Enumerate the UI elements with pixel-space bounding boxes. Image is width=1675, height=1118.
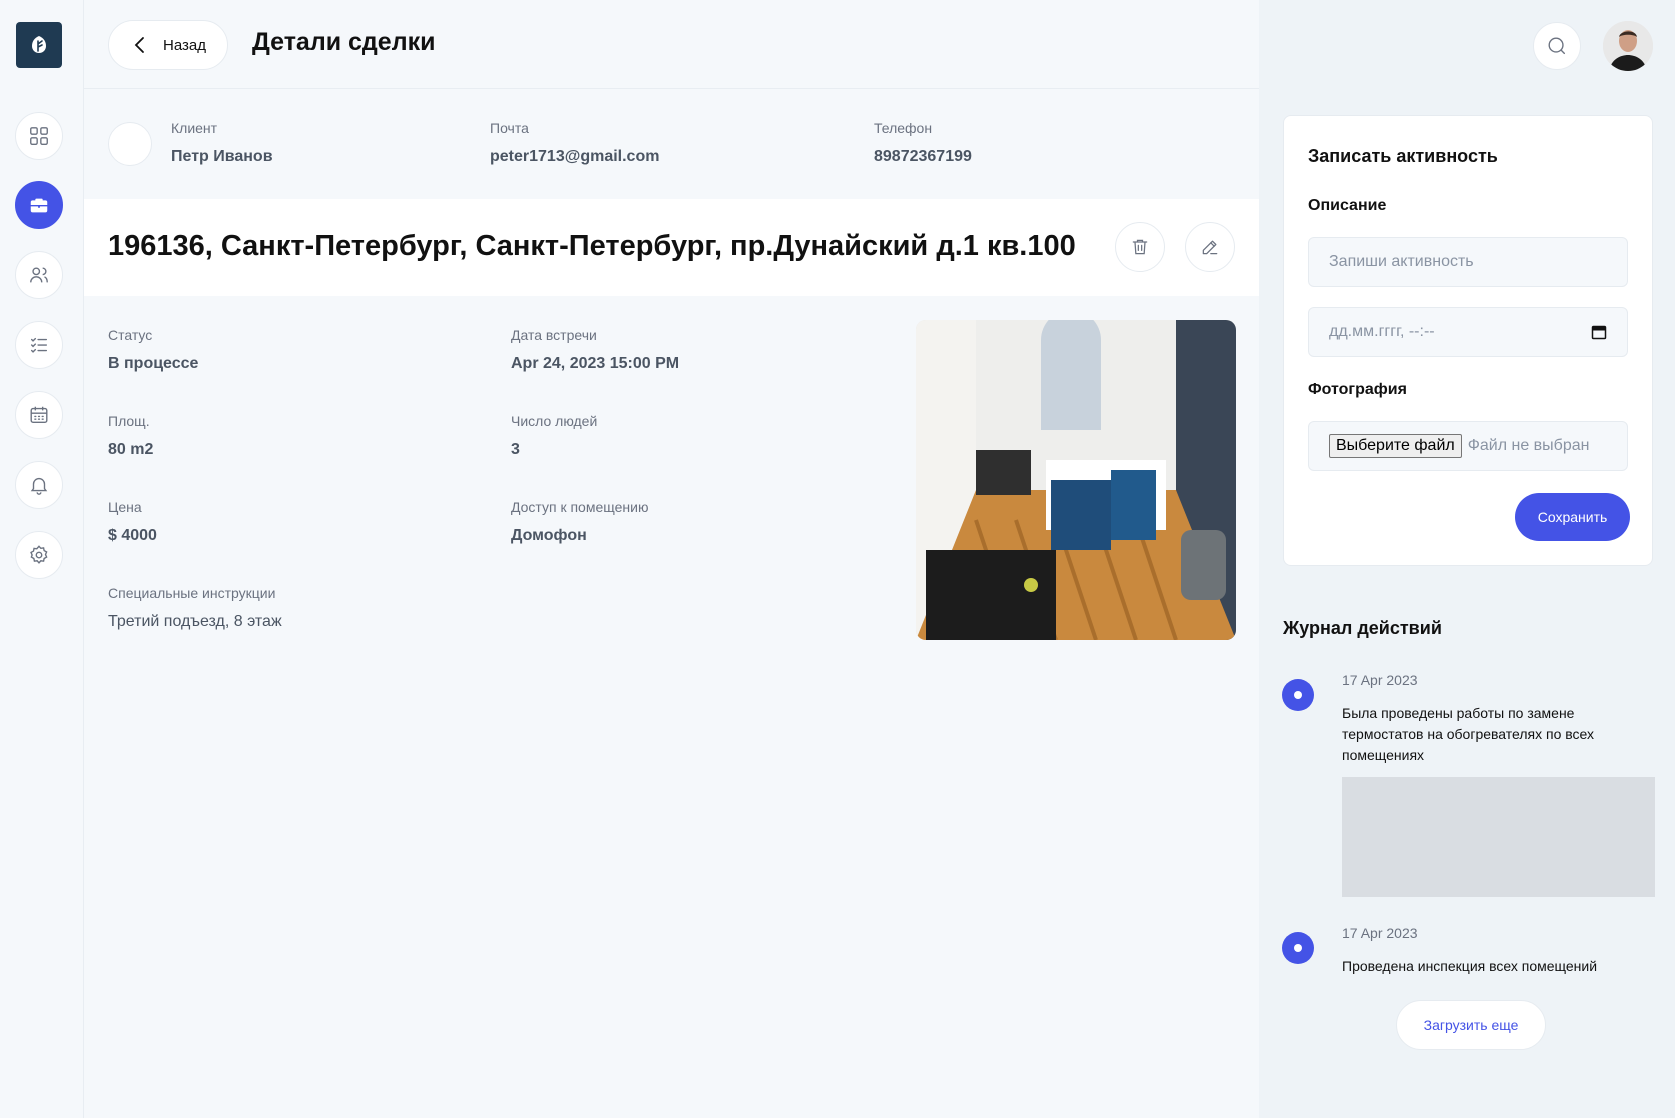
dashboard-icon xyxy=(30,127,48,145)
log-entry-text: Проведена инспекция всех помещений xyxy=(1342,958,1598,974)
deal-address: 196136, Санкт-Петербург, Санкт-Петербург… xyxy=(108,230,1076,262)
status-field: Статус В процессе xyxy=(108,327,198,373)
instructions-value: Третий подъезд, 8 этаж xyxy=(108,613,282,630)
phone-field: Телефон 89872367199 xyxy=(874,120,972,166)
people-field: Число людей 3 xyxy=(511,413,597,459)
photo-label: Фотография xyxy=(1308,381,1407,398)
bell-icon xyxy=(30,477,48,495)
status-value: В процессе xyxy=(108,355,199,372)
email-field: Почта peter1713@gmail.com xyxy=(490,120,659,166)
nav-tasks[interactable] xyxy=(15,321,63,369)
activity-log-title: Журнал действий xyxy=(1283,618,1442,638)
meeting-date-field: Дата встречи Apr 24, 2023 15:00 PM xyxy=(511,327,679,373)
page-title: Детали сделки xyxy=(252,28,436,56)
leaf-logo-icon xyxy=(32,36,46,53)
save-button[interactable]: Сохранить xyxy=(1515,493,1630,541)
client-value: Петр Иванов xyxy=(171,148,273,165)
price-field: Цена $ 4000 xyxy=(108,499,157,545)
price-value: $ 4000 xyxy=(108,527,157,544)
nav-calendar[interactable] xyxy=(15,391,63,439)
calendar-picker-icon[interactable] xyxy=(1591,324,1607,340)
user-avatar[interactable] xyxy=(1603,21,1653,71)
email-value[interactable]: peter1713@gmail.com xyxy=(490,148,659,166)
area-value: 80 m2 xyxy=(108,441,154,458)
client-label: Клиент xyxy=(171,120,218,136)
app-logo[interactable] xyxy=(16,22,62,68)
choose-file-button[interactable]: Выберите файл xyxy=(1329,434,1462,458)
user-photo-icon xyxy=(1603,21,1653,71)
apartment-photo-icon xyxy=(916,320,1236,640)
timeline-dot xyxy=(1282,679,1314,711)
description-input[interactable]: Запиши активность xyxy=(1308,237,1628,287)
area-label: Площ. xyxy=(108,413,150,429)
nav-deals[interactable] xyxy=(15,181,63,229)
briefcase-icon xyxy=(30,198,48,213)
description-placeholder: Запиши активность xyxy=(1329,253,1474,270)
meeting-date-label: Дата встречи xyxy=(511,327,597,343)
edit-button[interactable] xyxy=(1185,222,1235,272)
settings-icon xyxy=(30,545,48,564)
file-input[interactable]: Выберите файл Файл не выбран xyxy=(1308,421,1628,471)
nav-dashboard[interactable] xyxy=(15,112,63,160)
people-value: 3 xyxy=(511,441,520,458)
instructions-field: Специальные инструкции Третий подъезд, 8… xyxy=(108,585,282,631)
sidebar xyxy=(0,0,84,1118)
client-info-row: Клиент Петр Иванов Почта peter1713@gmail… xyxy=(84,89,1259,199)
instructions-label: Специальные инструкции xyxy=(108,585,276,601)
users-icon xyxy=(30,267,48,283)
description-label: Описание xyxy=(1308,197,1387,214)
log-entry-text: Была проведены работы по замене термоста… xyxy=(1342,705,1595,763)
status-label: Статус xyxy=(108,327,153,343)
calendar-icon xyxy=(30,406,48,424)
access-field: Доступ к помещению Домофон xyxy=(511,499,648,545)
datetime-input[interactable]: дд.мм.гггг, --:-- xyxy=(1308,307,1628,357)
chevron-left-icon xyxy=(134,37,144,53)
activity-form-title: Записать активность xyxy=(1308,146,1498,166)
trash-icon xyxy=(1132,239,1148,255)
log-entry-date: 17 Apr 2023 xyxy=(1342,925,1418,941)
load-more-button[interactable]: Загрузить еще xyxy=(1396,1000,1546,1050)
timeline-dot xyxy=(1282,932,1314,964)
email-label: Почта xyxy=(490,120,529,136)
log-entry-image[interactable] xyxy=(1342,777,1655,897)
file-status: Файл не выбран xyxy=(1467,437,1590,454)
pencil-icon xyxy=(1202,240,1218,255)
back-button[interactable]: Назад xyxy=(108,20,228,70)
people-label: Число людей xyxy=(511,413,598,429)
address-bar: 196136, Санкт-Петербург, Санкт-Петербург… xyxy=(84,199,1259,296)
client-field: Клиент Петр Иванов xyxy=(171,120,273,166)
phone-label: Телефон xyxy=(874,120,933,136)
search-button[interactable] xyxy=(1533,22,1581,70)
nav-settings[interactable] xyxy=(15,531,63,579)
search-icon xyxy=(1548,37,1566,55)
area-field: Площ. 80 m2 xyxy=(108,413,153,459)
access-value: Домофон xyxy=(511,527,587,544)
property-photo[interactable] xyxy=(916,320,1236,640)
price-label: Цена xyxy=(108,499,142,515)
nav-clients[interactable] xyxy=(15,251,63,299)
meeting-date-value: Apr 24, 2023 15:00 PM xyxy=(511,355,680,372)
activity-form-card: Записать активность Описание Запиши акти… xyxy=(1283,115,1653,566)
access-label: Доступ к помещению xyxy=(511,499,649,515)
header: Назад Детали сделки xyxy=(84,0,1259,89)
checklist-icon xyxy=(30,337,48,353)
back-button-label: Назад xyxy=(163,36,206,54)
delete-button[interactable] xyxy=(1115,222,1165,272)
nav-notifications[interactable] xyxy=(15,461,63,509)
client-avatar xyxy=(108,122,152,166)
phone-value[interactable]: 89872367199 xyxy=(874,148,972,166)
log-entry-date: 17 Apr 2023 xyxy=(1342,672,1418,688)
datetime-placeholder: дд.мм.гггг, --:-- xyxy=(1329,323,1435,340)
